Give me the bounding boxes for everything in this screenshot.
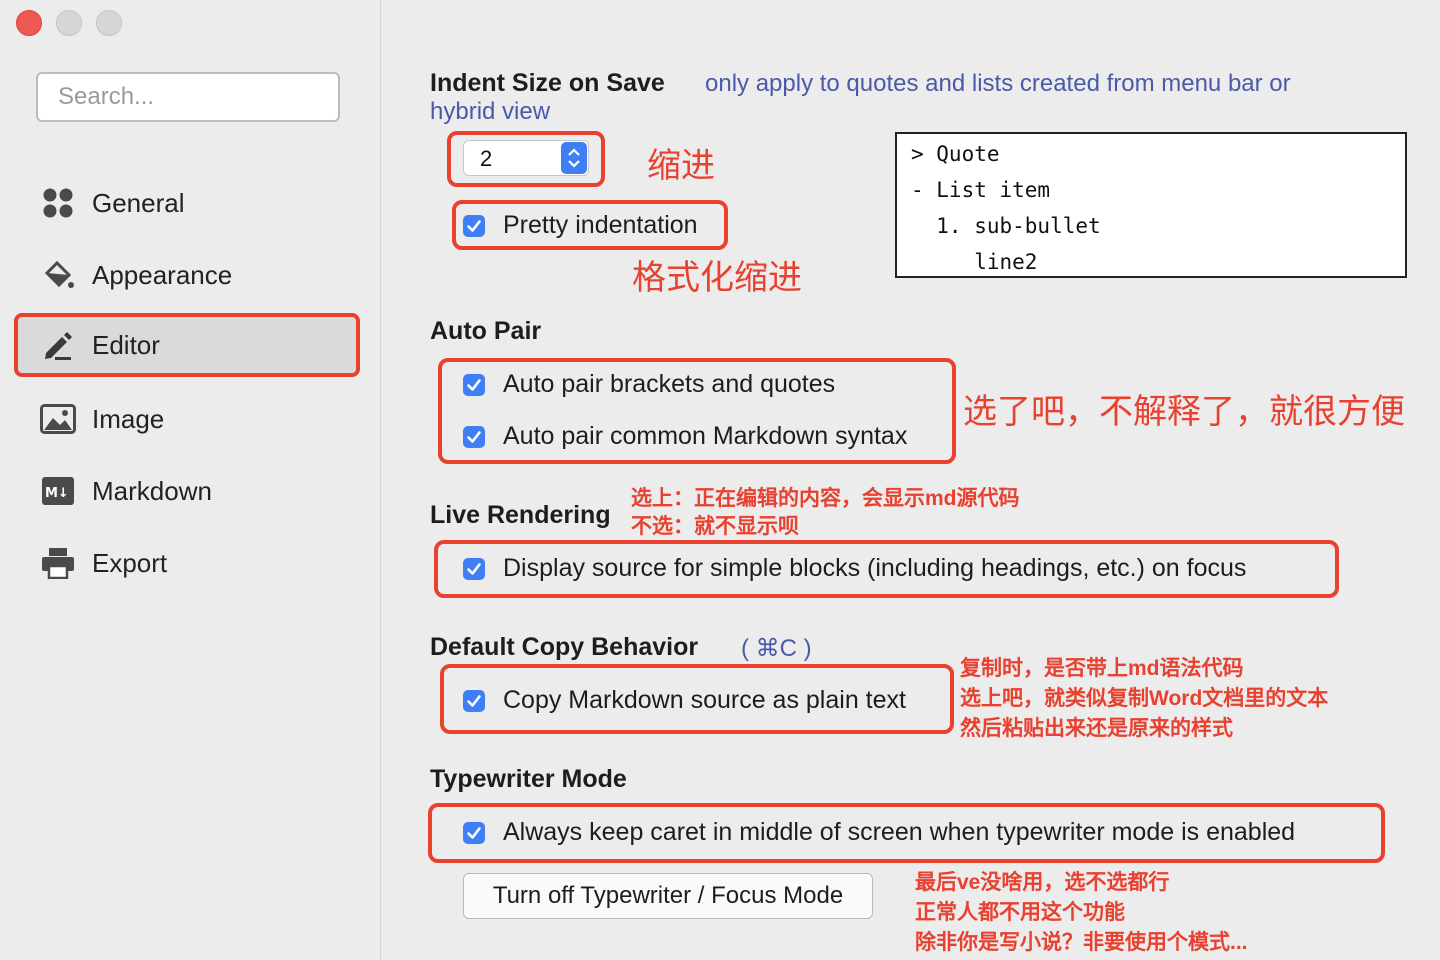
sidebar-item-label: Editor	[92, 329, 160, 360]
sidebar-item-appearance[interactable]: Appearance	[14, 244, 360, 306]
auto-pair-brackets-label: Auto pair brackets and quotes	[503, 370, 836, 398]
sidebar-item-label: Appearance	[92, 259, 233, 290]
indent-size-stepper[interactable]: 2	[463, 140, 589, 176]
preview-line: 1. sub-bullet	[911, 214, 1101, 238]
pencil-icon	[40, 327, 76, 363]
image-icon	[40, 401, 76, 437]
svg-text:M↓: M↓	[45, 486, 69, 501]
sidebar-item-label: Markdown	[92, 475, 212, 506]
auto-pair-markdown-option[interactable]: Auto pair common Markdown syntax	[463, 422, 907, 451]
indent-hint: only apply to quotes and lists created f…	[705, 70, 1291, 97]
annotation-copy-3: 然后粘贴出来还是原来的样式	[960, 717, 1233, 740]
minimize-window-button[interactable]	[56, 10, 82, 36]
annotation-indent: 缩进	[647, 147, 715, 185]
annotation-copy-2: 选上吧，就类似复制Word文档里的文本	[960, 687, 1329, 710]
pretty-indentation-option[interactable]: Pretty indentation	[463, 211, 698, 240]
sidebar-item-export[interactable]: Export	[14, 532, 360, 594]
sidebar-item-label: Export	[92, 547, 168, 578]
annotation-copy-1: 复制时，是否带上md语法代码	[960, 657, 1244, 680]
display-source-label: Display source for simple blocks (includ…	[503, 554, 1247, 582]
annotation-typewriter-3: 除非你是写小说？非要使用个模式...	[915, 931, 1248, 954]
indent-size-value: 2	[480, 146, 493, 171]
paint-bucket-icon	[40, 257, 76, 293]
sidebar: General Appearance Editor Image M↓ Markd…	[0, 0, 381, 960]
display-source-option[interactable]: Display source for simple blocks (includ…	[463, 554, 1246, 583]
copy-shortcut-hint: ( ⌘C )	[741, 635, 812, 662]
typewriter-heading: Typewriter Mode	[430, 765, 627, 793]
sidebar-item-markdown[interactable]: M↓ Markdown	[14, 460, 360, 522]
auto-pair-brackets-checkbox[interactable]	[463, 373, 485, 396]
display-source-checkbox[interactable]	[463, 557, 485, 580]
live-rendering-heading: Live Rendering	[430, 501, 611, 529]
copy-markdown-checkbox[interactable]	[463, 689, 485, 712]
sidebar-item-label: General	[92, 187, 185, 218]
preview-line: - List item	[911, 178, 1051, 202]
indent-hint-cont: hybrid view	[430, 98, 551, 125]
preferences-window: General Appearance Editor Image M↓ Markd…	[0, 0, 1440, 960]
annotation-typewriter-1: 最后ve没啥用，选不选都行	[915, 871, 1170, 894]
copy-behavior-heading: Default Copy Behavior	[430, 633, 699, 661]
turn-off-typewriter-button[interactable]: Turn off Typewriter / Focus Mode	[463, 873, 873, 919]
grid-icon	[40, 185, 76, 221]
annotation-live-rendering-1: 选上：正在编辑的内容，会显示md源代码	[631, 487, 1020, 510]
typewriter-caret-checkbox[interactable]	[463, 821, 485, 844]
markdown-icon: M↓	[40, 473, 76, 509]
preview-line: line2	[911, 250, 1038, 274]
maximize-window-button[interactable]	[96, 10, 122, 36]
annotation-typewriter-2: 正常人都不用这个功能	[915, 901, 1125, 924]
copy-markdown-option[interactable]: Copy Markdown source as plain text	[463, 686, 906, 715]
annotation-pretty-indentation: 格式化缩进	[632, 259, 802, 297]
sidebar-item-label: Image	[92, 403, 165, 434]
auto-pair-brackets-option[interactable]: Auto pair brackets and quotes	[463, 370, 835, 399]
auto-pair-heading: Auto Pair	[430, 317, 542, 345]
copy-markdown-label: Copy Markdown source as plain text	[503, 686, 906, 714]
preview-line: > Quote	[911, 142, 1000, 166]
indent-preview: > Quote - List item 1. sub-bullet line2	[895, 132, 1407, 278]
search-box[interactable]	[36, 72, 340, 122]
search-input[interactable]	[38, 74, 338, 120]
sidebar-item-image[interactable]: Image	[14, 388, 360, 450]
sidebar-item-general[interactable]: General	[14, 172, 360, 234]
indent-size-heading: Indent Size on Save	[430, 69, 665, 97]
stepper-arrows-icon[interactable]	[561, 142, 587, 174]
auto-pair-markdown-label: Auto pair common Markdown syntax	[503, 422, 908, 450]
close-window-button[interactable]	[16, 10, 42, 36]
annotation-auto-pair: 选了吧，不解释了，就很方便	[963, 393, 1405, 431]
pretty-indentation-checkbox[interactable]	[463, 214, 485, 237]
auto-pair-markdown-checkbox[interactable]	[463, 425, 485, 448]
printer-icon	[40, 545, 76, 581]
sidebar-item-editor[interactable]: Editor	[14, 313, 360, 377]
annotation-live-rendering-2: 不选：就不显示呗	[631, 515, 799, 538]
typewriter-caret-label: Always keep caret in middle of screen wh…	[503, 818, 1296, 846]
typewriter-caret-option[interactable]: Always keep caret in middle of screen wh…	[463, 818, 1295, 847]
pretty-indentation-label: Pretty indentation	[503, 211, 698, 239]
settings-panel: Indent Size on Save only apply to quotes…	[381, 0, 1440, 960]
